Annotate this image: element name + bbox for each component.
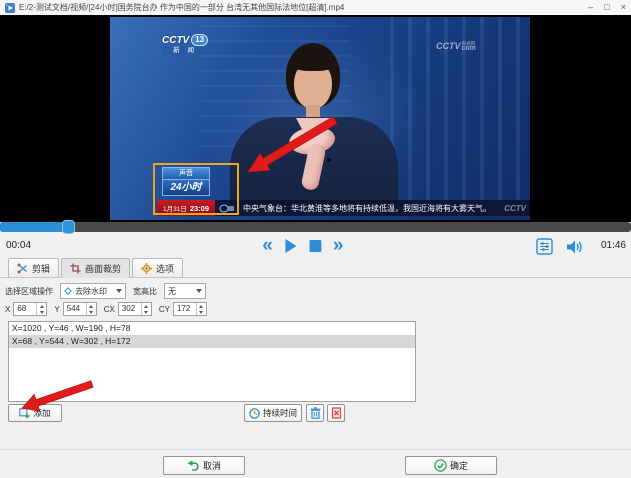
tab-crop-label: 画面裁剪 (85, 262, 121, 275)
cancel-button[interactable]: 取消 (163, 456, 245, 475)
red-arrow-annotation (110, 17, 530, 220)
rewind-button[interactable]: « (262, 236, 273, 256)
clear-all-icon (331, 407, 342, 419)
x-label: X (5, 305, 10, 314)
y-field[interactable]: 544 (63, 302, 97, 316)
cancel-label: 取消 (203, 459, 221, 472)
x-field[interactable]: 68 (13, 302, 47, 316)
cy-value: 172 (174, 303, 196, 315)
cut-icon (17, 263, 28, 274)
tab-options-label: 选项 (156, 262, 174, 275)
y-field-group: Y 544 (54, 302, 96, 316)
window-title: E:/2-测试文档/视频/[24小时]国务院台办 作为中国的一部分 台湾无其他国… (19, 2, 344, 13)
tab-clip[interactable]: 剪辑 (8, 258, 59, 277)
tab-bar: 剪辑 画面裁剪 选项 (8, 258, 183, 278)
list-item[interactable]: X=1020 , Y=46 , W=190 , H=78 (9, 322, 415, 335)
app-window: E:/2-测试文档/视频/[24小时]国务院台办 作为中国的一部分 台湾无其他国… (0, 0, 631, 478)
cy-field[interactable]: 172 (173, 302, 207, 316)
total-time: 01:46 (601, 240, 626, 251)
delete-region-button[interactable] (306, 404, 324, 422)
seek-bar[interactable] (0, 222, 631, 232)
video-letterbox: CCTV 13 新 闻 CCTV 央视网 com (0, 15, 631, 222)
spin-down[interactable] (87, 309, 96, 315)
volume-icon (566, 239, 583, 255)
x-field-group: X 68 (5, 302, 47, 316)
cx-value: 302 (119, 303, 141, 315)
effects-icon (536, 238, 553, 255)
crop-icon (70, 263, 81, 274)
aspect-ratio-label: 宽高比 (133, 286, 157, 297)
stop-button[interactable] (310, 240, 322, 252)
minimize-button[interactable]: – (588, 0, 593, 15)
forward-button[interactable]: » (333, 236, 344, 256)
close-button[interactable]: × (621, 0, 626, 15)
play-button[interactable] (284, 238, 299, 254)
clock-icon (249, 408, 260, 419)
tab-options[interactable]: 选项 (132, 258, 183, 277)
gear-icon (141, 263, 152, 274)
chevron-down-icon (116, 289, 122, 293)
play-icon (284, 238, 299, 254)
undo-icon (187, 460, 200, 471)
cy-field-group: CY 172 (159, 302, 207, 316)
volume-button[interactable] (566, 239, 583, 255)
cx-label: CX (104, 305, 115, 314)
chevron-down-icon (196, 289, 202, 293)
region-operation-value: 去除水印 (75, 286, 107, 297)
diamond-icon (64, 287, 72, 295)
stop-icon (310, 240, 322, 252)
tab-crop[interactable]: 画面裁剪 (61, 258, 130, 278)
spin-down[interactable] (142, 309, 151, 315)
duration-label: 持续时间 (263, 407, 297, 419)
title-bar: E:/2-测试文档/视频/[24小时]国务院台办 作为中国的一部分 台湾无其他国… (0, 0, 631, 15)
ok-label: 确定 (450, 459, 468, 472)
ok-button[interactable]: 确定 (405, 456, 497, 475)
cx-field[interactable]: 302 (118, 302, 152, 316)
aspect-ratio-value: 无 (168, 286, 176, 297)
transport-bar: 00:04 « » (0, 235, 631, 257)
red-arrow-annotation (0, 370, 120, 428)
app-icon (5, 3, 15, 13)
x-value: 68 (14, 303, 36, 315)
current-time: 00:04 (6, 240, 31, 251)
video-frame[interactable]: CCTV 13 新 闻 CCTV 央视网 com (110, 17, 530, 220)
region-operation-row: 选择区域操作 去除水印 宽高比 无 (5, 283, 206, 299)
trash-icon (310, 407, 321, 419)
check-circle-icon (434, 459, 447, 472)
duration-button[interactable]: 持续时间 (244, 404, 302, 422)
spin-down[interactable] (37, 309, 46, 315)
seek-handle[interactable] (62, 220, 75, 234)
effects-button[interactable] (536, 238, 553, 255)
y-value: 544 (64, 303, 86, 315)
maximize-button[interactable]: □ (604, 0, 609, 15)
region-operation-select[interactable]: 去除水印 (60, 283, 126, 299)
list-item[interactable]: X=68 , Y=544 , W=302 , H=172 (9, 335, 415, 348)
cy-label: CY (159, 305, 170, 314)
progress-fill (0, 222, 69, 232)
cx-field-group: CX 302 (104, 302, 152, 316)
coordinate-row: X 68 Y 544 CX 302 CY 172 (5, 302, 207, 316)
y-label: Y (54, 305, 59, 314)
tab-clip-label: 剪辑 (32, 262, 50, 275)
region-operation-label: 选择区域操作 (5, 286, 53, 297)
footer-divider (0, 449, 631, 450)
clear-all-button[interactable] (327, 404, 345, 422)
spin-down[interactable] (197, 309, 206, 315)
aspect-ratio-select[interactable]: 无 (164, 283, 206, 299)
